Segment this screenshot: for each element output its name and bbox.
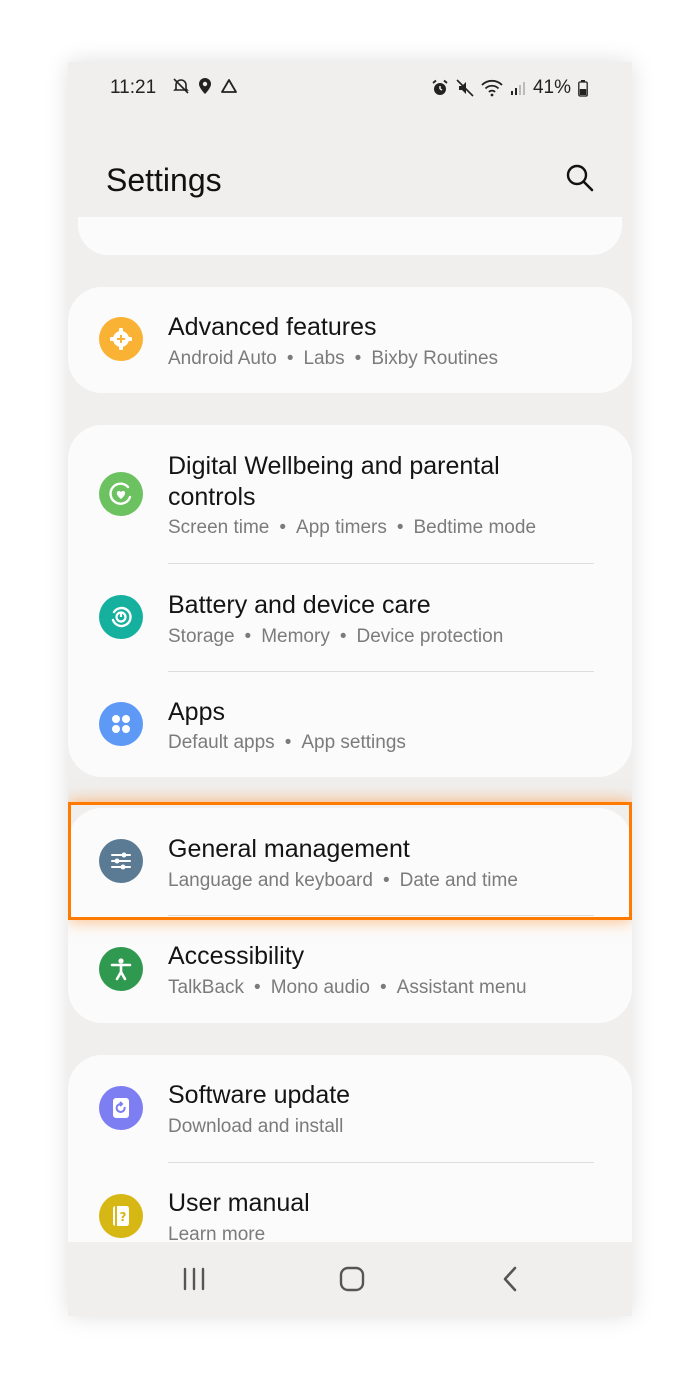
battery-icon	[578, 79, 588, 97]
back-button[interactable]	[490, 1262, 530, 1296]
drive-icon	[220, 78, 238, 94]
item-subtitle: Download and install	[168, 1116, 344, 1137]
apps-icon	[99, 702, 143, 746]
status-bar: 11:21 41%	[68, 62, 632, 114]
item-subtitle: TalkBack • Mono audio • Assistant menu	[168, 977, 527, 998]
status-time: 11:21	[110, 77, 157, 98]
item-title: Digital Wellbeing and parental controls	[168, 452, 500, 511]
wifi-icon	[481, 79, 503, 97]
gear-plus-icon	[99, 317, 143, 361]
back-icon	[503, 1266, 517, 1292]
device-care-icon	[99, 595, 143, 639]
settings-item-apps[interactable]: Apps Default apps • App settings	[68, 671, 632, 777]
home-icon	[339, 1266, 365, 1292]
location-icon	[198, 77, 212, 95]
signal-icon	[510, 80, 526, 96]
settings-item-accessibility[interactable]: Accessibility TalkBack • Mono audio • Assist…	[68, 916, 632, 1023]
item-subtitle: Storage • Memory • Device protection	[168, 626, 504, 647]
settings-group-1: Advanced features Android Auto • Labs • Bixb…	[68, 287, 632, 393]
item-subtitle: Android Auto • Labs • Bixby Routines	[168, 348, 499, 369]
svg-text:?: ?	[120, 1210, 127, 1224]
item-title: Accessibility	[168, 942, 305, 970]
battery-percent: 41%	[532, 77, 571, 98]
highlight-box	[68, 802, 632, 920]
item-title: Software update	[168, 1081, 351, 1109]
settings-item-battery-device-care[interactable]: Battery and device care Storage • Memory • D…	[68, 564, 632, 672]
wellbeing-icon	[99, 472, 143, 516]
user-manual-icon: ?	[99, 1194, 143, 1238]
vibrate-mute-icon	[456, 79, 474, 97]
previous-card-peek	[78, 217, 622, 255]
item-title: Advanced features	[168, 313, 377, 341]
settings-item-digital-wellbeing[interactable]: Digital Wellbeing and parental controls S…	[68, 425, 632, 564]
settings-group-2: Digital Wellbeing and parental controls S…	[68, 425, 632, 777]
item-title: Apps	[168, 698, 225, 726]
page-title: Settings	[106, 162, 222, 198]
navigation-bar	[68, 1242, 632, 1316]
settings-item-advanced-features[interactable]: Advanced features Android Auto • Labs • Bixb…	[68, 287, 632, 393]
item-subtitle: Default apps • App settings	[168, 732, 406, 753]
item-title: Battery and device care	[168, 591, 431, 619]
phone-screen: 11:21 41% Settings Advanced features And…	[68, 62, 632, 1316]
item-title: User manual	[168, 1189, 310, 1217]
software-update-icon	[99, 1086, 143, 1130]
home-button[interactable]	[332, 1262, 372, 1296]
recents-button[interactable]	[174, 1262, 214, 1296]
settings-item-software-update[interactable]: Software update Download and install	[68, 1055, 632, 1163]
item-subtitle: Screen time • App timers • Bedtime mode	[168, 517, 537, 538]
search-button[interactable]	[562, 160, 598, 196]
recents-icon	[183, 1267, 205, 1291]
alarm-icon	[431, 79, 449, 97]
accessibility-icon	[99, 947, 143, 991]
mute-notification-icon	[172, 77, 190, 95]
search-icon	[566, 164, 594, 192]
